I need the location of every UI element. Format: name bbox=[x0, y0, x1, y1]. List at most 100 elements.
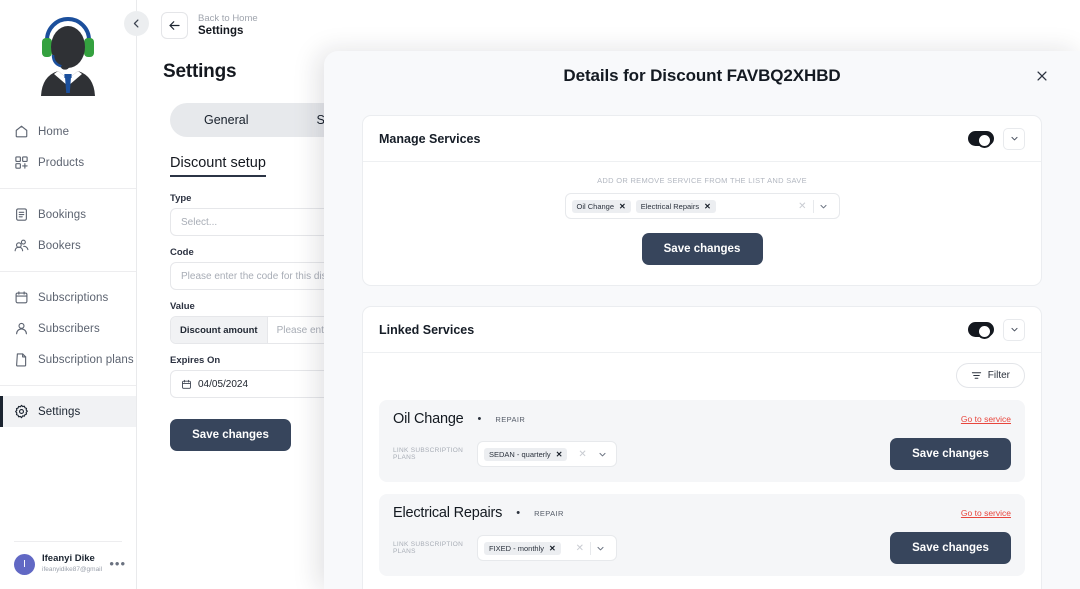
sidebar-item-label: Bookings bbox=[38, 208, 87, 221]
linked-service-header: Electrical Repairs • REPAIR Go to servic… bbox=[393, 505, 1011, 521]
filter-button[interactable]: Filter bbox=[955, 363, 1025, 388]
go-to-service-link[interactable]: Go to service bbox=[961, 414, 1011, 424]
remove-chip-icon[interactable]: ✕ bbox=[619, 202, 626, 211]
linked-services-collapse-button[interactable] bbox=[1003, 318, 1025, 341]
services-multiselect[interactable]: Oil Change ✕ Electrical Repairs ✕ ✕ bbox=[564, 193, 840, 219]
remove-chip-icon[interactable]: ✕ bbox=[556, 450, 563, 459]
save-changes-button[interactable]: Save changes bbox=[170, 419, 291, 451]
manage-services-toggle[interactable] bbox=[968, 131, 994, 148]
divider bbox=[0, 188, 136, 189]
sidebar-collapse-button[interactable] bbox=[124, 11, 149, 36]
clear-all-icon[interactable]: ✕ bbox=[792, 201, 812, 212]
sidebar-item-products[interactable]: Products bbox=[0, 147, 136, 178]
remove-chip-icon[interactable]: ✕ bbox=[704, 202, 711, 211]
linked-service-row: Oil Change • REPAIR Go to service LINK S… bbox=[379, 400, 1025, 482]
linked-services-heading: Linked Services bbox=[379, 322, 475, 337]
linked-service-save-button[interactable]: Save changes bbox=[890, 532, 1011, 564]
arrow-left-icon bbox=[167, 18, 182, 33]
topbar: Back to Home Settings bbox=[137, 0, 1080, 39]
subscription-plans-file-icon bbox=[14, 352, 29, 367]
filter-row: Filter bbox=[363, 353, 1041, 388]
sidebar-item-bookings[interactable]: Bookings bbox=[0, 199, 136, 230]
sidebar-item-subscriptions[interactable]: Subscriptions bbox=[0, 282, 136, 313]
sidebar-item-subscription-plans[interactable]: Subscription plans bbox=[0, 344, 136, 375]
sidebar-item-label: Subscribers bbox=[38, 322, 100, 335]
products-grid-icon bbox=[14, 155, 29, 170]
subscriptions-calendar-icon bbox=[14, 290, 29, 305]
manage-services-heading: Manage Services bbox=[379, 131, 481, 146]
chevron-down-icon bbox=[1010, 134, 1019, 143]
breadcrumb-current-label: Settings bbox=[198, 25, 244, 37]
back-button[interactable] bbox=[161, 12, 188, 39]
home-icon bbox=[14, 124, 29, 139]
plan-chip-label: SEDAN - quarterly bbox=[489, 449, 551, 459]
chevron-down-icon[interactable] bbox=[591, 544, 610, 553]
modal-body: Manage Services ADD OR REMOVE SERVICE FR… bbox=[324, 101, 1080, 589]
clear-all-icon[interactable]: ✕ bbox=[570, 543, 590, 554]
user-profile[interactable]: I Ifeanyi Dike ifeanyidike87@gmail.com •… bbox=[0, 542, 136, 589]
profile-email: ifeanyidike87@gmail.com bbox=[42, 566, 103, 573]
subscription-plans-multiselect[interactable]: SEDAN - quarterly ✕ ✕ bbox=[477, 441, 617, 467]
expires-on-value: 04/05/2024 bbox=[198, 378, 249, 390]
plan-chip-label: FIXED - monthly bbox=[489, 543, 545, 553]
profile-name: Ifeanyi Dike bbox=[42, 553, 95, 564]
sidebar-item-bookers[interactable]: Bookers bbox=[0, 230, 136, 261]
manage-services-collapse-button[interactable] bbox=[1003, 127, 1025, 150]
linked-service-controls: LINK SUBSCRIPTION PLANS SEDAN - quarterl… bbox=[393, 438, 1011, 470]
profile-more-icon[interactable]: ••• bbox=[109, 557, 126, 570]
go-to-service-link[interactable]: Go to service bbox=[961, 508, 1011, 518]
service-chip-label: Electrical Repairs bbox=[640, 201, 700, 211]
sidebar-item-subscribers[interactable]: Subscribers bbox=[0, 313, 136, 344]
manage-services-save-button[interactable]: Save changes bbox=[641, 233, 763, 265]
separator-dot: • bbox=[477, 413, 482, 425]
linked-service-row: Electrical Repairs • REPAIR Go to servic… bbox=[379, 494, 1025, 576]
linked-service-save-button[interactable]: Save changes bbox=[890, 438, 1011, 470]
sidebar: Home Products Bookings Bookers Subscript… bbox=[0, 0, 137, 589]
breadcrumb: Back to Home Settings bbox=[198, 13, 258, 38]
linked-service-header: Oil Change • REPAIR Go to service bbox=[393, 411, 1011, 427]
modal-title: Details for Discount FAVBQ2XHBD bbox=[563, 66, 841, 85]
service-chip[interactable]: Electrical Repairs ✕ bbox=[635, 199, 716, 213]
sidebar-item-home[interactable]: Home bbox=[0, 116, 136, 147]
divider bbox=[0, 385, 136, 386]
nav-group: Subscriptions Subscribers Subscription p… bbox=[0, 276, 136, 381]
service-category: REPAIR bbox=[495, 414, 526, 424]
remove-chip-icon[interactable]: ✕ bbox=[549, 544, 556, 553]
link-subscription-plans-label: LINK SUBSCRIPTION PLANS bbox=[393, 447, 464, 461]
chevron-down-icon[interactable] bbox=[814, 202, 833, 211]
sidebar-item-label: Bookers bbox=[38, 239, 81, 252]
profile-text: Ifeanyi Dike ifeanyidike87@gmail.com bbox=[42, 553, 102, 575]
sidebar-item-label: Settings bbox=[38, 405, 81, 418]
sidebar-item-label: Subscriptions bbox=[38, 291, 109, 304]
service-name: Oil Change bbox=[393, 411, 464, 427]
clear-all-icon[interactable]: ✕ bbox=[572, 449, 592, 460]
linked-services-toggle[interactable] bbox=[968, 322, 994, 339]
modal-close-button[interactable] bbox=[1032, 66, 1052, 86]
separator-dot: • bbox=[516, 507, 521, 519]
logo bbox=[0, 0, 136, 110]
linked-services-card: Linked Services Filter Oil Change • REPA… bbox=[362, 306, 1042, 589]
sidebar-item-settings[interactable]: Settings bbox=[0, 396, 136, 427]
filter-icon bbox=[971, 370, 982, 381]
chevron-left-icon bbox=[131, 18, 142, 29]
plan-chip[interactable]: FIXED - monthly ✕ bbox=[484, 541, 561, 555]
link-subscription-plans-label: LINK SUBSCRIPTION PLANS bbox=[393, 541, 464, 555]
chevron-down-icon[interactable] bbox=[593, 450, 612, 459]
nav-group: Settings bbox=[0, 390, 136, 433]
plan-chip[interactable]: SEDAN - quarterly ✕ bbox=[484, 447, 568, 461]
sidebar-item-label: Products bbox=[38, 156, 85, 169]
calendar-icon bbox=[181, 379, 192, 390]
linked-services-list: Oil Change • REPAIR Go to service LINK S… bbox=[363, 388, 1041, 589]
value-type-segment[interactable]: Discount amount bbox=[171, 317, 268, 343]
avatar: I bbox=[14, 553, 35, 575]
manage-services-actions: Save changes bbox=[379, 233, 1025, 265]
service-chip-label: Oil Change bbox=[576, 201, 615, 211]
section-title: Discount setup bbox=[170, 155, 266, 177]
subscription-plans-multiselect[interactable]: FIXED - monthly ✕ ✕ bbox=[477, 535, 617, 561]
bookers-people-icon bbox=[14, 238, 29, 253]
discount-details-modal: Details for Discount FAVBQ2XHBD Manage S… bbox=[324, 51, 1080, 589]
linked-services-header: Linked Services bbox=[363, 307, 1041, 353]
service-chip[interactable]: Oil Change ✕ bbox=[571, 199, 631, 213]
tab-general[interactable]: General bbox=[170, 113, 282, 127]
